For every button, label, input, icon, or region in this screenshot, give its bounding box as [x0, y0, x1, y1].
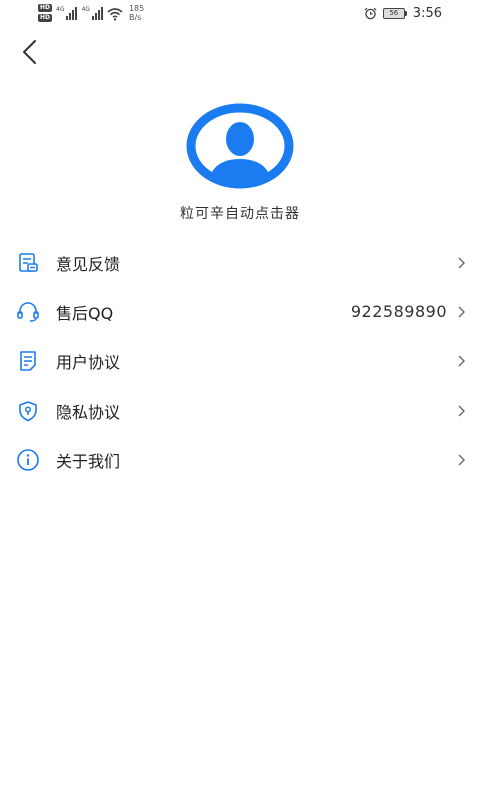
settings-menu: 意见反馈 售后QQ 922589890 用户协议 隐私协议 关于我们: [0, 238, 480, 484]
menu-item-label: 隐私协议: [56, 402, 121, 422]
chevron-right-icon: [458, 257, 465, 269]
wifi-icon: [107, 8, 123, 21]
chevron-right-icon: [458, 405, 465, 417]
shield-icon: [19, 400, 37, 421]
info-icon: [17, 449, 39, 471]
hd-badge: HD: [38, 4, 53, 12]
feedback-icon: [19, 252, 38, 272]
alarm-icon: [364, 7, 377, 20]
menu-item-feedback[interactable]: 意见反馈: [0, 238, 480, 287]
chevron-right-icon: [458, 355, 465, 367]
clock: 3:56: [412, 6, 442, 21]
menu-item-about-us[interactable]: 关于我们: [0, 435, 480, 484]
menu-item-label: 意见反馈: [56, 254, 121, 274]
battery-icon: 56: [382, 8, 407, 19]
avatar: [186, 103, 294, 189]
menu-item-user-agreement[interactable]: 用户协议: [0, 337, 480, 386]
signal-icon: 4G: [56, 6, 78, 20]
app-name: 粒可辛自动点击器: [180, 206, 300, 222]
back-button[interactable]: [14, 36, 46, 68]
menu-item-privacy-policy[interactable]: 隐私协议: [0, 386, 480, 435]
menu-item-label: 用户协议: [56, 353, 121, 373]
signal-icon: 4G: [81, 6, 103, 20]
chevron-right-icon: [458, 306, 465, 318]
qq-number: 922589890: [350, 302, 447, 322]
document-icon: [20, 351, 36, 372]
hd-badge: HD: [38, 14, 53, 22]
user-avatar-icon: [186, 103, 294, 189]
chevron-left-icon: [23, 40, 36, 64]
menu-item-after-sales-qq[interactable]: 售后QQ 922589890: [0, 287, 480, 336]
headset-icon: [17, 302, 39, 322]
hd-indicators: HD HD: [38, 4, 53, 22]
menu-item-label: 售后QQ: [56, 303, 114, 323]
chevron-right-icon: [458, 454, 465, 466]
menu-item-label: 关于我们: [56, 451, 121, 471]
network-speed: 185 B/s: [128, 4, 145, 22]
status-bar: HD HD 4G 4G 185 B/s 56 3:56: [0, 0, 480, 28]
